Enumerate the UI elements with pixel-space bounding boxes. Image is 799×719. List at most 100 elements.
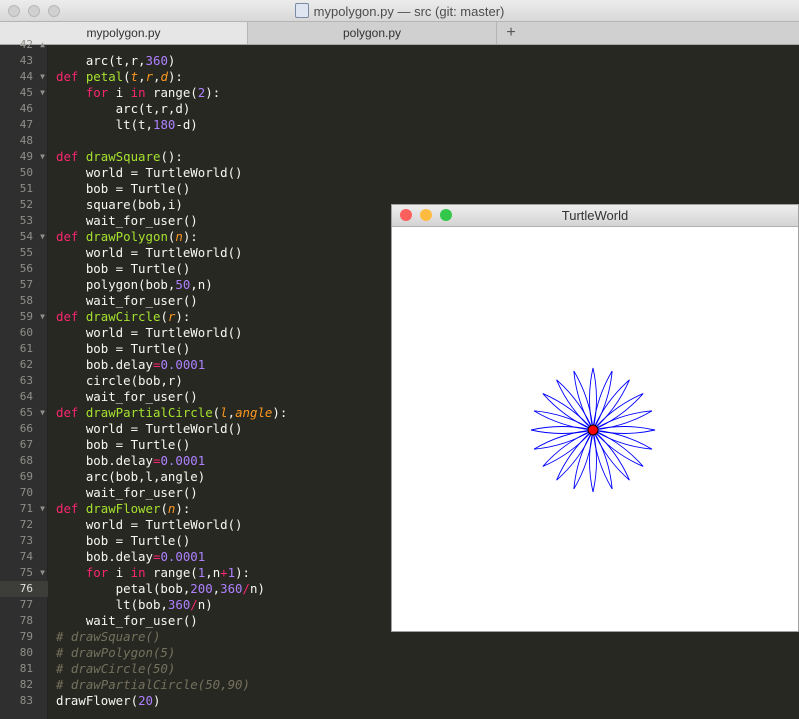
line-number-text: 66: [19, 422, 33, 435]
code-line: square(bob,i): [56, 197, 183, 213]
code-line: def drawCircle(r):: [56, 309, 190, 325]
code-token: range(: [145, 565, 198, 580]
code-token: for: [85, 85, 109, 100]
line-number: 83: [0, 693, 48, 709]
code-token: drawPartialCircle: [85, 405, 213, 420]
line-number: 60: [0, 325, 48, 341]
tab-label: polygon.py: [342, 26, 402, 40]
code-line: world = TurtleWorld(): [56, 421, 243, 437]
window-title-text: mypolygon.py — src (git: master): [313, 4, 505, 19]
line-number: 71 ▼: [0, 501, 48, 517]
line-number-text: 71: [19, 502, 33, 515]
line-number-text: 69: [19, 470, 33, 483]
code-token: def: [56, 149, 86, 164]
code-line: lt(t,180-d): [56, 117, 198, 133]
code-token: for: [85, 565, 109, 580]
code-line: arc(t,r,360): [56, 53, 176, 69]
turtleworld-title-bar[interactable]: TurtleWorld: [392, 205, 798, 227]
code-token: n): [197, 597, 213, 612]
fold-down-icon[interactable]: ▼: [40, 69, 45, 85]
code-line: bob.delay=0.0001: [56, 453, 205, 469]
code-token: wait_for_user(): [56, 389, 198, 404]
line-number: 70: [0, 485, 48, 501]
code-line: circle(bob,r): [56, 373, 183, 389]
code-token: petal(bob,: [56, 581, 191, 596]
line-number: 67: [0, 437, 48, 453]
code-token: 50: [175, 277, 191, 292]
line-number: 63: [0, 373, 48, 389]
fold-up-icon[interactable]: ▲: [40, 37, 45, 53]
code-token: ):: [175, 309, 191, 324]
fold-down-icon[interactable]: ▼: [40, 85, 45, 101]
fold-down-icon[interactable]: ▼: [40, 405, 45, 421]
code-line: def drawPolygon(n):: [56, 229, 198, 245]
code-token: (: [160, 501, 168, 516]
code-token: angle: [235, 405, 273, 420]
turtleworld-window: TurtleWorld: [391, 204, 799, 632]
code-token: lt(bob,: [56, 597, 168, 612]
code-line: # drawPartialCircle(50,90): [56, 677, 250, 693]
line-number-text: 59: [19, 310, 33, 323]
code-token: world = TurtleWorld(): [56, 165, 243, 180]
code-line: arc(bob,l,angle): [56, 469, 205, 485]
line-number: 58: [0, 293, 48, 309]
code-line: bob = Turtle(): [56, 341, 190, 357]
code-line: bob = Turtle(): [56, 533, 190, 549]
code-line: for i in range(2):: [56, 85, 220, 101]
fold-down-icon[interactable]: ▼: [40, 565, 45, 581]
fold-down-icon[interactable]: ▼: [40, 309, 45, 325]
code-token: def: [56, 405, 86, 420]
line-number-text: 52: [19, 198, 33, 211]
line-number: 62: [0, 357, 48, 373]
line-number: 73: [0, 533, 48, 549]
line-number-text: 61: [19, 342, 33, 355]
fold-down-icon[interactable]: ▼: [40, 229, 45, 245]
code-line: bob = Turtle(): [56, 261, 190, 277]
line-number: 42 ▲: [0, 37, 48, 53]
fold-down-icon[interactable]: ▼: [40, 501, 45, 517]
line-number-text: 46: [19, 102, 33, 115]
tab-polygon[interactable]: polygon.py: [248, 22, 497, 44]
code-token: bob.delay: [56, 357, 153, 372]
code-line: def drawPartialCircle(l,angle):: [56, 405, 287, 421]
code-token: ,n): [190, 277, 213, 292]
line-number-text: 79: [19, 630, 33, 643]
code-token: def: [56, 69, 86, 84]
flower-petal: [542, 393, 594, 431]
line-number: 53: [0, 213, 48, 229]
line-number-text: 77: [19, 598, 33, 611]
code-token: +: [220, 565, 228, 580]
code-token: 0.0001: [160, 357, 206, 372]
line-number-text: 74: [19, 550, 33, 563]
line-number-text: 76: [19, 582, 33, 595]
code-token: arc(bob,l,angle): [56, 469, 206, 484]
code-token: in: [130, 85, 146, 100]
flower-petal: [556, 379, 594, 431]
line-number-text: 56: [19, 262, 33, 275]
code-token: arc(t,r,d): [56, 101, 191, 116]
code-token: (: [160, 309, 168, 324]
new-tab-button[interactable]: +: [500, 22, 522, 44]
code-token: drawCircle: [85, 309, 161, 324]
line-number-text: 65: [19, 406, 33, 419]
line-number-text: 72: [19, 518, 33, 531]
code-token: 20: [138, 693, 153, 708]
code-token: drawSquare: [85, 149, 161, 164]
line-number-text: 49: [19, 150, 33, 163]
code-line: polygon(bob,50,n): [56, 277, 213, 293]
code-token: 360: [167, 597, 191, 612]
line-number: 45 ▼: [0, 85, 48, 101]
code-line: # drawCircle(50): [56, 661, 175, 677]
code-line: # drawPolygon(5): [56, 645, 175, 661]
fold-down-icon[interactable]: ▼: [40, 149, 45, 165]
flower-petal: [592, 426, 656, 434]
code-token: world = TurtleWorld(): [56, 421, 243, 436]
code-token: # drawSquare(): [56, 629, 161, 644]
line-number-text: 45: [19, 86, 33, 99]
turtle-canvas: [530, 367, 656, 493]
line-number: 77: [0, 597, 48, 613]
code-token: ():: [160, 149, 183, 164]
flower-petal: [542, 429, 594, 467]
line-number: 56: [0, 261, 48, 277]
code-token: n: [175, 229, 183, 244]
